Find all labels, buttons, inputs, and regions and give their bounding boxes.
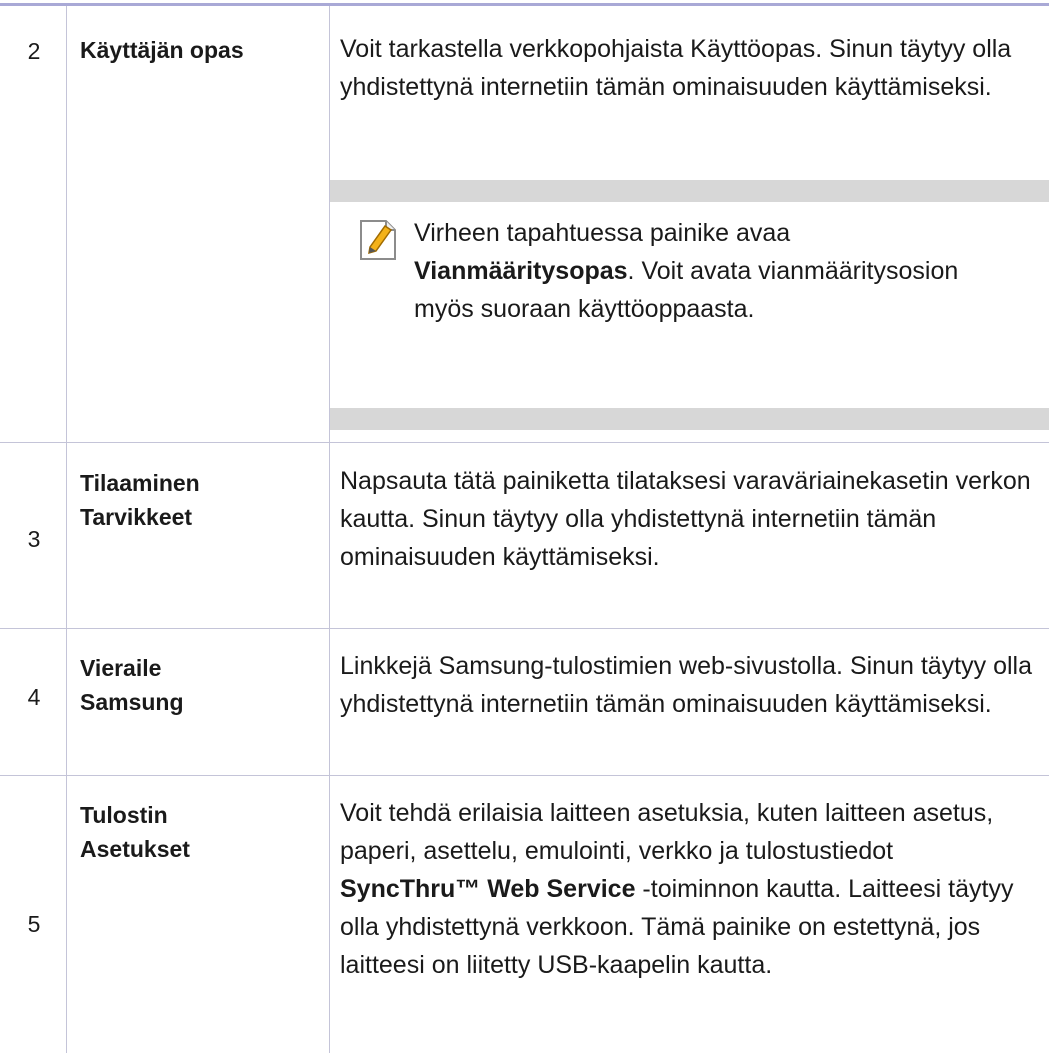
note-top-band [330,180,1049,202]
row-number: 3 [27,526,41,552]
note-box: Virheen tapahtuessa painike avaa Vianmää… [330,180,1049,430]
row-divider-2 [0,628,1049,629]
note-body: Virheen tapahtuessa painike avaa Vianmää… [330,202,1049,408]
note-text: Virheen tapahtuessa painike avaa Vianmää… [414,219,959,323]
feature-table: 2 Käyttäjän opas Voit tarkastella verkko… [0,0,1049,1053]
feature-description: Linkkejä Samsung-tulostimien web-sivusto… [340,652,1032,718]
table-top-rule [0,3,1049,6]
row-number: 5 [27,911,41,937]
row-number: 4 [27,684,41,710]
product-name: SyncThru™ Web Service [340,875,636,903]
note-pencil-icon [360,220,396,260]
column-divider-2 [329,6,330,1053]
row-divider-3 [0,775,1049,776]
feature-description: Voit tehdä erilaisia laitteen asetuksia,… [340,799,1014,979]
feature-description: Napsauta tätä painiketta tilataksesi var… [340,467,1031,571]
feature-name: Tulostin Asetukset [80,802,190,862]
feature-name: Tilaaminen Tarvikkeet [80,470,200,530]
feature-description: Voit tarkastella verkkopohjaista Käyttöo… [340,35,1012,101]
note-bold-term: Vianmääritysopas [414,257,628,285]
column-divider-1 [66,6,67,1053]
feature-name: Vieraile Samsung [80,655,184,715]
note-bottom-band [330,408,1049,430]
row-number: 2 [27,38,41,64]
feature-name: Käyttäjän opas [80,37,244,63]
row-divider-1 [0,442,1049,443]
